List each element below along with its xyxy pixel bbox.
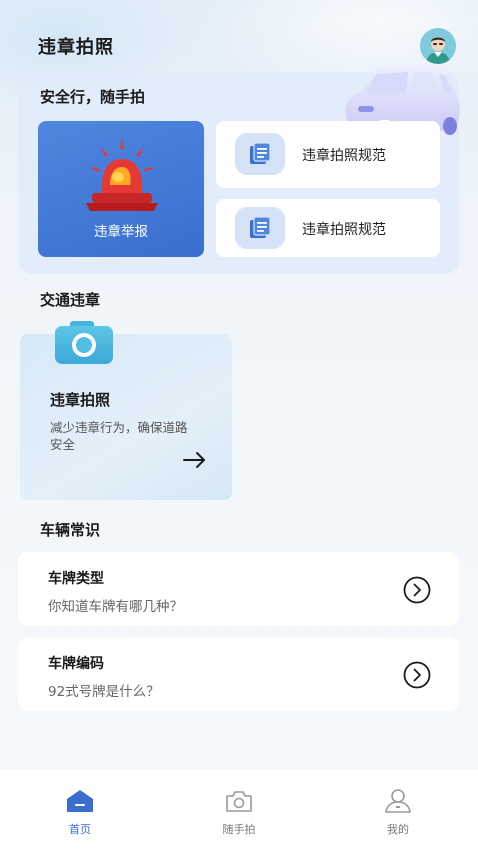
tab-snapshot-label: 随手拍 xyxy=(222,823,256,836)
avatar[interactable] xyxy=(420,28,456,64)
user-icon xyxy=(385,789,411,813)
document-icon xyxy=(235,207,285,249)
tab-profile[interactable]: 我的 xyxy=(338,770,458,850)
report-violation-label: 违章举报 xyxy=(94,224,148,240)
tab-home[interactable]: 首页 xyxy=(20,770,140,850)
rules-card-1[interactable]: 违章拍照规范 xyxy=(216,121,440,188)
rules-label-2: 违章拍照规范 xyxy=(302,222,386,238)
list-item-plate-types[interactable]: 车牌类型 你知道车牌有哪几种？ xyxy=(18,552,459,626)
arrow-right-icon[interactable] xyxy=(182,450,208,470)
list-item-plate-codes[interactable]: 车牌编码 92式号牌是什么？ xyxy=(18,637,459,711)
traffic-section-title: 交通违章 xyxy=(40,291,101,309)
page-title: 违章拍照 xyxy=(38,37,114,58)
violation-photo-card[interactable] xyxy=(20,334,232,500)
violation-card-description: 减少违章行为，确保道路安全 xyxy=(50,420,188,452)
violation-card-title: 违章拍照 xyxy=(50,391,111,409)
camera-icon xyxy=(226,791,252,812)
list-item-title: 车牌类型 xyxy=(48,571,104,587)
document-icon xyxy=(235,133,285,175)
tab-home-label: 首页 xyxy=(69,823,91,836)
report-violation-card[interactable]: 违章举报 xyxy=(38,121,204,257)
chevron-right-circle-icon[interactable] xyxy=(403,576,431,604)
chevron-right-circle-icon[interactable] xyxy=(403,661,431,689)
list-item-title: 车牌编码 xyxy=(48,656,104,672)
tab-profile-label: 我的 xyxy=(387,823,409,836)
list-item-subtitle: 你知道车牌有哪几种？ xyxy=(48,599,183,615)
hero-title: 安全行，随手拍 xyxy=(40,88,146,106)
rules-label-1: 违章拍照规范 xyxy=(302,148,386,164)
rules-card-2[interactable]: 违章拍照规范 xyxy=(216,199,440,257)
bottom-tab-bar: 首页 随手拍 我的 xyxy=(0,770,478,850)
tab-snapshot[interactable]: 随手拍 xyxy=(179,770,299,850)
siren-icon xyxy=(86,139,158,211)
list-item-subtitle: 92式号牌是什么？ xyxy=(48,684,160,700)
home-icon xyxy=(67,790,93,812)
camera-icon xyxy=(55,321,113,364)
vehicle-section-title: 车辆常识 xyxy=(40,521,101,539)
avatar-image xyxy=(420,28,456,64)
